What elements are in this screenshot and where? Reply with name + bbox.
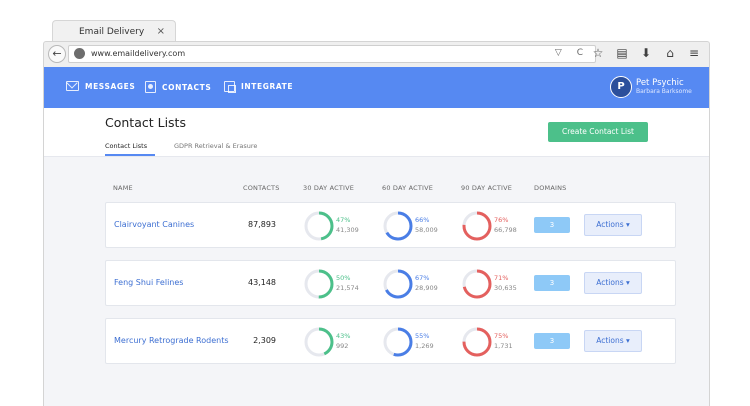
tab-contact-lists[interactable]: Contact Lists — [105, 142, 147, 150]
back-button[interactable]: ← — [48, 45, 66, 63]
percent-30-day: 50% — [336, 274, 351, 282]
active-tab-indicator — [105, 154, 155, 156]
count-30-day: 992 — [336, 342, 349, 350]
nav-contacts[interactable]: CONTACTS — [145, 81, 211, 93]
column-header-contacts[interactable]: CONTACTS — [243, 184, 280, 192]
actions-dropdown[interactable]: Actions ▾ — [584, 272, 642, 294]
url-bar[interactable]: www.emaildelivery.com ▽ C — [68, 45, 596, 63]
tab-gdpr[interactable]: GDPR Retrieval & Erasure — [174, 142, 257, 150]
donut-60-day — [383, 211, 413, 241]
actions-dropdown[interactable]: Actions ▾ — [584, 330, 642, 352]
donut-30-day — [304, 211, 334, 241]
table-row: Mercury Retrograde Rodents 2,309 43% 992… — [105, 318, 676, 364]
list-name-link[interactable]: Mercury Retrograde Rodents — [114, 336, 229, 345]
stat-90-day: 71% 30,635 — [462, 267, 532, 301]
column-header-60-day[interactable]: 60 DAY ACTIVE — [382, 184, 433, 192]
close-icon[interactable]: × — [157, 26, 165, 37]
column-header-domains[interactable]: DOMAINS — [534, 184, 566, 192]
donut-30-day — [304, 327, 334, 357]
percent-30-day: 43% — [336, 332, 351, 340]
percent-90-day: 75% — [494, 332, 509, 340]
percent-90-day: 76% — [494, 216, 509, 224]
percent-90-day: 71% — [494, 274, 509, 282]
donut-60-day — [383, 327, 413, 357]
column-header-name[interactable]: NAME — [113, 184, 133, 192]
account-menu[interactable]: P Pet Psychic Barbara Barksome — [610, 76, 692, 98]
count-60-day: 1,269 — [415, 342, 434, 350]
stat-90-day: 75% 1,731 — [462, 325, 532, 359]
actions-dropdown[interactable]: Actions ▾ — [584, 214, 642, 236]
percent-60-day: 66% — [415, 216, 430, 224]
stat-60-day: 55% 1,269 — [383, 325, 453, 359]
contacts-count: 2,309 — [253, 336, 276, 345]
avatar: P — [610, 76, 632, 98]
page-title: Contact Lists — [105, 115, 186, 130]
stat-60-day: 66% 58,009 — [383, 209, 453, 243]
stat-90-day: 76% 66,798 — [462, 209, 532, 243]
integrate-icon — [224, 81, 236, 93]
column-header-90-day[interactable]: 90 DAY ACTIVE — [461, 184, 512, 192]
stat-60-day: 67% 28,909 — [383, 267, 453, 301]
count-90-day: 1,731 — [494, 342, 513, 350]
count-30-day: 41,309 — [336, 226, 359, 234]
envelope-icon — [66, 81, 79, 91]
column-header-30-day[interactable]: 30 DAY ACTIVE — [303, 184, 354, 192]
menu-icon[interactable]: ≡ — [687, 46, 701, 60]
table-row: Feng Shui Felines 43,148 50% 21,574 67% … — [105, 260, 676, 306]
globe-icon — [74, 48, 85, 59]
reader-icon[interactable]: ▤ — [615, 46, 629, 60]
count-30-day: 21,574 — [336, 284, 359, 292]
stat-30-day: 50% 21,574 — [304, 267, 374, 301]
browser-toolbar: ← www.emaildelivery.com ▽ C ☆ ▤ ⬇ ⌂ ≡ — [43, 41, 710, 67]
url-text: www.emaildelivery.com — [91, 49, 186, 58]
top-navbar: MESSAGES CONTACTS INTEGRATE P Pet Psychi… — [44, 67, 709, 108]
contacts-count: 87,893 — [248, 220, 276, 229]
percent-60-day: 67% — [415, 274, 430, 282]
percent-60-day: 55% — [415, 332, 430, 340]
account-info: Pet Psychic Barbara Barksome — [636, 78, 692, 96]
page-header: Contact Lists Contact Lists GDPR Retriev… — [44, 108, 709, 157]
table-row: Clairvoyant Canines 87,893 47% 41,309 66… — [105, 202, 676, 248]
contact-card-icon — [145, 81, 156, 93]
create-contact-list-button[interactable]: Create Contact List — [548, 122, 648, 142]
nav-contacts-label: CONTACTS — [162, 82, 212, 92]
count-90-day: 30,635 — [494, 284, 517, 292]
contacts-count: 43,148 — [248, 278, 276, 287]
stat-30-day: 43% 992 — [304, 325, 374, 359]
star-icon[interactable]: ☆ — [591, 46, 605, 60]
tab-title: Email Delivery — [79, 27, 145, 37]
account-name: Pet Psychic — [636, 78, 684, 88]
domains-badge[interactable]: 3 — [534, 333, 570, 349]
download-icon[interactable]: ⬇ — [639, 46, 653, 60]
app-content: MESSAGES CONTACTS INTEGRATE P Pet Psychi… — [43, 67, 710, 406]
count-60-day: 58,009 — [415, 226, 438, 234]
nav-integrate[interactable]: INTEGRATE — [224, 81, 294, 93]
home-icon[interactable]: ⌂ — [663, 46, 677, 60]
nav-messages-label: MESSAGES — [85, 81, 136, 91]
domains-badge[interactable]: 3 — [534, 275, 570, 291]
reload-icon[interactable]: ▽ C — [555, 48, 589, 58]
donut-30-day — [304, 269, 334, 299]
nav-messages[interactable]: MESSAGES — [66, 81, 135, 91]
browser-window: Email Delivery × ← www.emaildelivery.com… — [0, 0, 750, 406]
count-60-day: 28,909 — [415, 284, 438, 292]
count-90-day: 66,798 — [494, 226, 517, 234]
list-name-link[interactable]: Clairvoyant Canines — [114, 220, 194, 229]
list-name-link[interactable]: Feng Shui Felines — [114, 278, 183, 287]
domains-badge[interactable]: 3 — [534, 217, 570, 233]
toolbar-icons: ☆ ▤ ⬇ ⌂ ≡ — [591, 46, 701, 60]
donut-60-day — [383, 269, 413, 299]
nav-integrate-label: INTEGRATE — [241, 82, 294, 91]
percent-30-day: 47% — [336, 216, 351, 224]
stat-30-day: 47% 41,309 — [304, 209, 374, 243]
donut-90-day — [462, 269, 492, 299]
donut-90-day — [462, 327, 492, 357]
account-user: Barbara Barksome — [636, 88, 692, 95]
donut-90-day — [462, 211, 492, 241]
